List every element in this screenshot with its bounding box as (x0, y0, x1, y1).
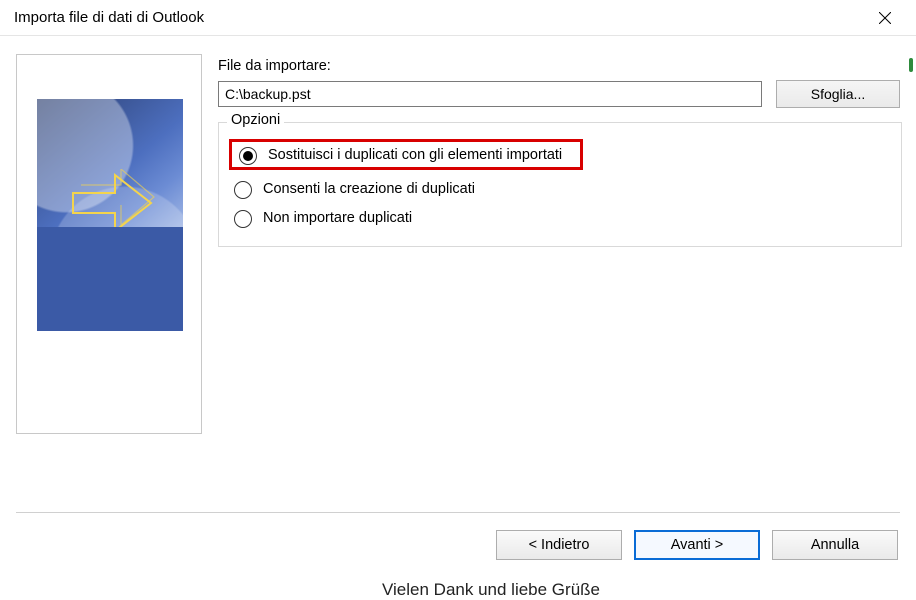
wizard-graphic (37, 99, 183, 331)
background-text: Vielen Dank und liebe Grüße (382, 580, 600, 600)
cancel-button[interactable]: Annulla (772, 530, 898, 560)
titlebar: Importa file di dati di Outlook (0, 0, 916, 36)
browse-button[interactable]: Sfoglia... (776, 80, 900, 108)
option-radio[interactable] (239, 147, 257, 165)
next-button[interactable]: Avanti > (634, 530, 760, 560)
wizard-buttons: < Indietro Avanti > Annulla (496, 530, 898, 560)
window-title: Importa file di dati di Outlook (14, 9, 862, 26)
wizard-graphic-frame (16, 54, 202, 434)
close-icon (879, 12, 891, 24)
options-fieldset: Opzioni Sostituisci i duplicati con gli … (218, 122, 902, 247)
option-label: Consenti la creazione di duplicati (263, 181, 475, 197)
edge-indicator (909, 58, 913, 72)
option-row: Non importare duplicati (227, 203, 893, 232)
back-button[interactable]: < Indietro (496, 530, 622, 560)
separator (16, 512, 900, 513)
file-path-input[interactable] (218, 81, 762, 107)
option-radio[interactable] (234, 181, 252, 199)
option-label: Non importare duplicati (263, 210, 412, 226)
outlook-import-dialog: Importa file di dati di Outlook File da … (0, 0, 916, 562)
option-radio[interactable] (234, 210, 252, 228)
option-row: Consenti la creazione di duplicati (227, 174, 893, 203)
file-label: File da importare: (218, 58, 902, 74)
import-form: File da importare: Sfoglia... Opzioni So… (202, 54, 902, 247)
arrow-icon (71, 169, 155, 237)
option-label: Sostituisci i duplicati con gli elementi… (268, 147, 562, 163)
dialog-content: File da importare: Sfoglia... Opzioni So… (0, 36, 916, 562)
options-legend: Opzioni (227, 112, 284, 128)
option-row: Sostituisci i duplicati con gli elementi… (227, 135, 893, 174)
close-button[interactable] (862, 0, 908, 36)
